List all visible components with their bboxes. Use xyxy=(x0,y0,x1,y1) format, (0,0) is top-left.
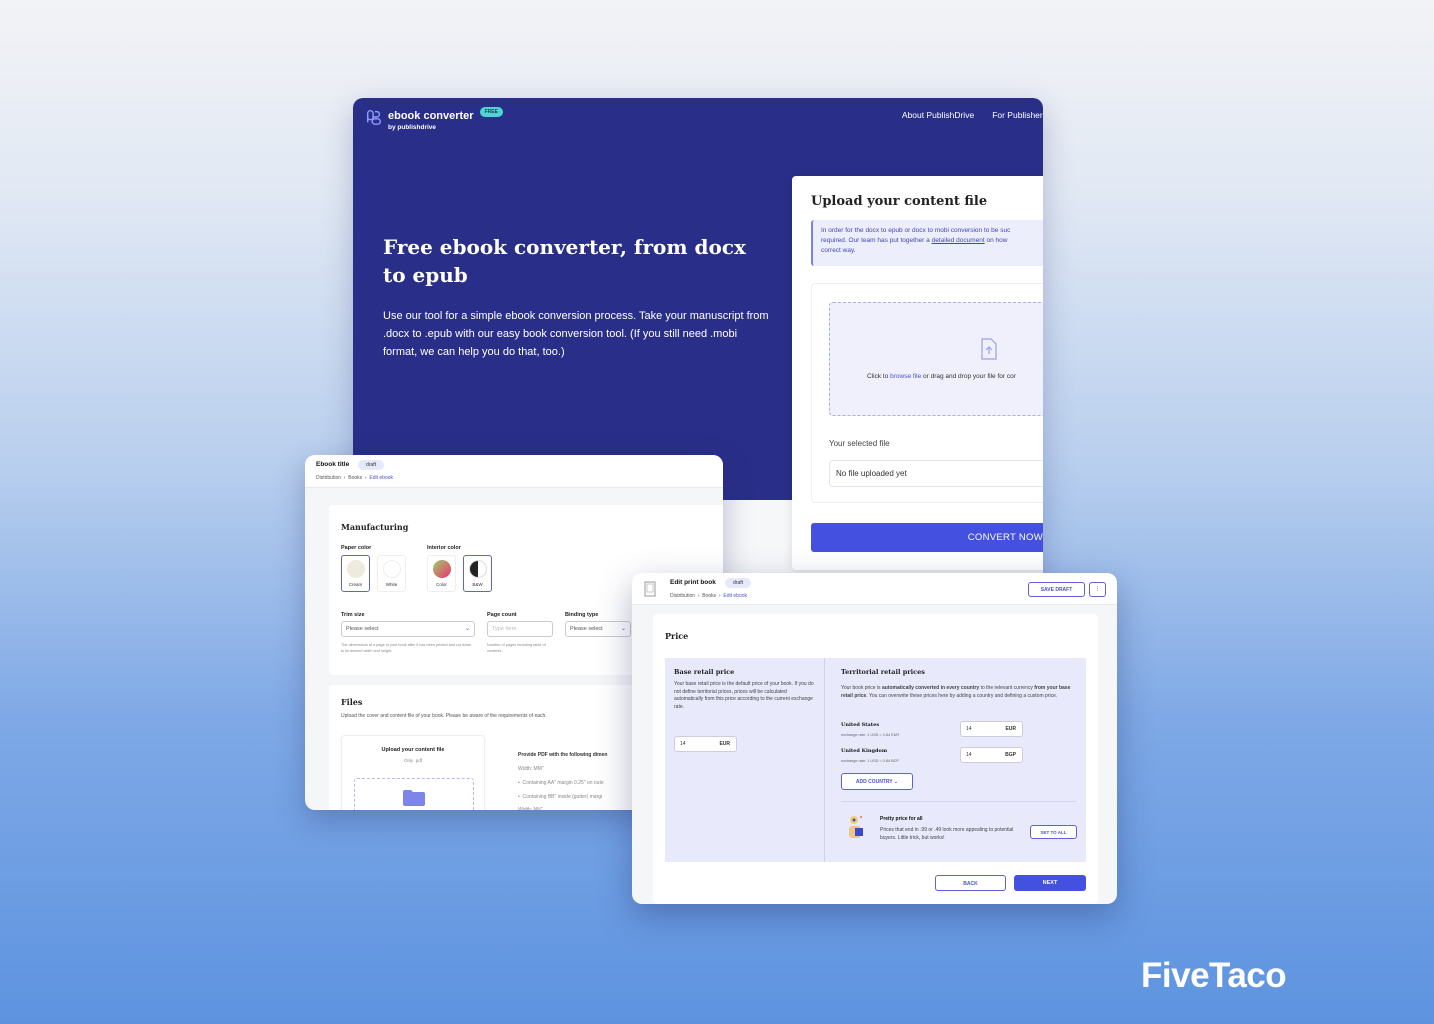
page-count-input[interactable]: Type here xyxy=(487,621,553,637)
top-nav: About PublishDrive For Publishers xyxy=(902,110,1043,120)
country-name: United States xyxy=(841,722,880,728)
requirement-item: • Containing BB" inside (gutter) margi xyxy=(518,794,603,800)
breadcrumb: Distribution › Books › Edit ebook xyxy=(316,475,394,481)
binding-type-select[interactable]: Please select ⌄ xyxy=(565,621,631,637)
more-vertical-icon: ⋮ xyxy=(1095,586,1100,592)
requirement-item: Width: NN" xyxy=(518,807,543,810)
convert-now-button[interactable]: CONVERT NOW xyxy=(811,523,1043,552)
requirement-item: Width: MM" xyxy=(518,766,544,772)
breadcrumb: Distribution › Books › Edit ebook xyxy=(670,593,748,599)
page-count-label: Page count xyxy=(487,612,517,618)
breadcrumb-distribution[interactable]: Distribution xyxy=(316,475,341,481)
nav-for-publishers[interactable]: For Publishers xyxy=(992,110,1043,120)
add-country-button[interactable]: ADD COUNTRY ⌄ xyxy=(841,773,913,790)
content-upload-sub: Only .pdf xyxy=(403,758,422,763)
manufacturing-heading: Manufacturing xyxy=(341,522,409,532)
hero-title: Free ebook converter, from docx to epub xyxy=(383,235,746,287)
print-header: Edit print book draft Distribution › Boo… xyxy=(632,573,1117,605)
base-price-description: Your base retail price is the default pr… xyxy=(674,681,814,710)
pretty-price-title: Pretty price for all xyxy=(880,816,923,822)
territorial-heading: Territorial retail prices xyxy=(841,668,925,676)
paper-color-white[interactable]: White xyxy=(377,555,406,592)
status-badge: draft xyxy=(358,460,385,470)
upload-title: Upload your content file xyxy=(811,194,988,209)
upload-card: Upload your content file In order for th… xyxy=(792,176,1043,570)
chevron-down-icon: ⌄ xyxy=(893,779,899,785)
file-upload-icon xyxy=(981,338,997,360)
country-price-input[interactable]: 14 BGP xyxy=(960,747,1023,763)
fivetaco-watermark: FiveTaco xyxy=(1141,956,1287,995)
interior-color-color[interactable]: Color xyxy=(427,555,456,592)
country-price-input[interactable]: 14 EUR xyxy=(960,721,1023,737)
status-badge: draft xyxy=(725,578,752,588)
interior-color-bw[interactable]: B&W xyxy=(463,555,492,592)
content-upload-title: Upload your content file xyxy=(381,747,445,753)
dropzone-text: Click to browse file or drag and drop yo… xyxy=(867,373,1016,380)
info-text-1: In order for the docx to epub or docx to… xyxy=(821,227,1011,234)
hero-description: Use our tool for a simple ebook conversi… xyxy=(383,310,769,358)
chevron-down-icon: ⌄ xyxy=(620,626,626,632)
page-count-hint: Number of pages including table of conte… xyxy=(487,643,546,653)
breadcrumb-edit-ebook[interactable]: Edit ebook xyxy=(369,475,393,481)
files-heading: Files xyxy=(341,697,363,707)
selected-file-field: No file uploaded yet xyxy=(829,460,1043,487)
book-icon xyxy=(644,581,656,597)
base-price-heading: Base retail price xyxy=(674,668,735,676)
divider xyxy=(841,801,1077,802)
more-options-button[interactable]: ⋮ xyxy=(1089,582,1106,597)
pretty-price-text: Prices that end in .99 or .49 look more … xyxy=(880,827,1014,841)
next-button[interactable]: NEXT xyxy=(1014,875,1086,891)
nav-about-publishdrive[interactable]: About PublishDrive xyxy=(902,110,974,120)
selected-file-label: Your selected file xyxy=(829,439,890,448)
breadcrumb-distribution[interactable]: Distribution xyxy=(670,593,695,599)
file-dropzone[interactable]: Click to browse file or drag and drop yo… xyxy=(829,302,1043,416)
info-text-2: required. Our team has put together a xyxy=(821,237,932,244)
browse-file-link[interactable]: browse file xyxy=(890,373,921,380)
back-button[interactable]: BACK xyxy=(935,875,1006,891)
price-panel: Base retail price Your base retail price… xyxy=(665,658,1086,862)
logo[interactable]: ebook converter FREE by publishdrive xyxy=(365,106,503,132)
info-text-3: on how xyxy=(984,237,1008,244)
files-description: Upload the cover and content file of you… xyxy=(341,713,547,719)
binding-type-label: Binding type xyxy=(565,612,599,618)
price-card: Price Base retail price Your base retail… xyxy=(653,614,1098,904)
requirement-item: • Containing AA" margin 0.25" on oute xyxy=(518,780,604,786)
info-notice: In order for the docx to epub or docx to… xyxy=(811,220,1043,266)
upload-area: Click to browse file or drag and drop yo… xyxy=(811,283,1043,503)
mascot-illustration-icon xyxy=(849,816,863,838)
requirements-title: Provide PDF with the following dimen xyxy=(518,752,608,758)
divider xyxy=(824,658,825,862)
chevron-down-icon: ⌄ xyxy=(464,626,470,632)
trim-size-select[interactable]: Please select ⌄ xyxy=(341,621,475,637)
save-draft-button[interactable]: SAVE DRAFT xyxy=(1028,582,1085,597)
content-upload-box: Upload your content file Only .pdf xyxy=(341,735,485,810)
publishdrive-logo-icon xyxy=(366,110,381,125)
app-subtitle: by publishdrive xyxy=(388,124,437,131)
base-price-input[interactable]: 14 EUR xyxy=(674,736,737,752)
trim-size-label: Trim size xyxy=(341,612,365,618)
app-title: ebook converter xyxy=(388,110,474,122)
paper-color-label: Paper color xyxy=(341,545,372,551)
set-to-all-button[interactable]: SET TO ALL xyxy=(1030,825,1077,839)
exchange-rate: exchange rate: 1 USD = 0.84 BCP xyxy=(841,759,899,763)
breadcrumb-books[interactable]: Books xyxy=(702,593,716,599)
exchange-rate: exchange rate: 1 USD = 0.84 EUR xyxy=(841,733,900,737)
trim-size-hint: The dimensions of a page of your book af… xyxy=(341,643,472,653)
country-name: United Kingdom xyxy=(841,748,888,754)
price-heading: Price xyxy=(665,631,689,641)
paper-color-cream[interactable]: Cream xyxy=(341,555,370,592)
folder-icon xyxy=(403,790,425,806)
ebook-title: Ebook title xyxy=(316,461,350,468)
breadcrumb-edit-ebook[interactable]: Edit ebook xyxy=(723,593,747,599)
territorial-description: Your book price is automatically convert… xyxy=(841,685,1071,699)
detailed-document-link[interactable]: detailed document xyxy=(932,237,985,244)
ebook-header: Ebook title draft Distribution › Books ›… xyxy=(305,455,723,488)
content-dropzone[interactable] xyxy=(354,778,474,810)
breadcrumb-books[interactable]: Books xyxy=(348,475,362,481)
info-text-4: correct way. xyxy=(821,247,856,254)
interior-color-label: Interior color xyxy=(427,545,461,551)
print-title: Edit print book xyxy=(670,579,716,586)
free-badge: FREE xyxy=(479,107,503,117)
edit-print-book-window: Edit print book draft Distribution › Boo… xyxy=(632,573,1117,904)
